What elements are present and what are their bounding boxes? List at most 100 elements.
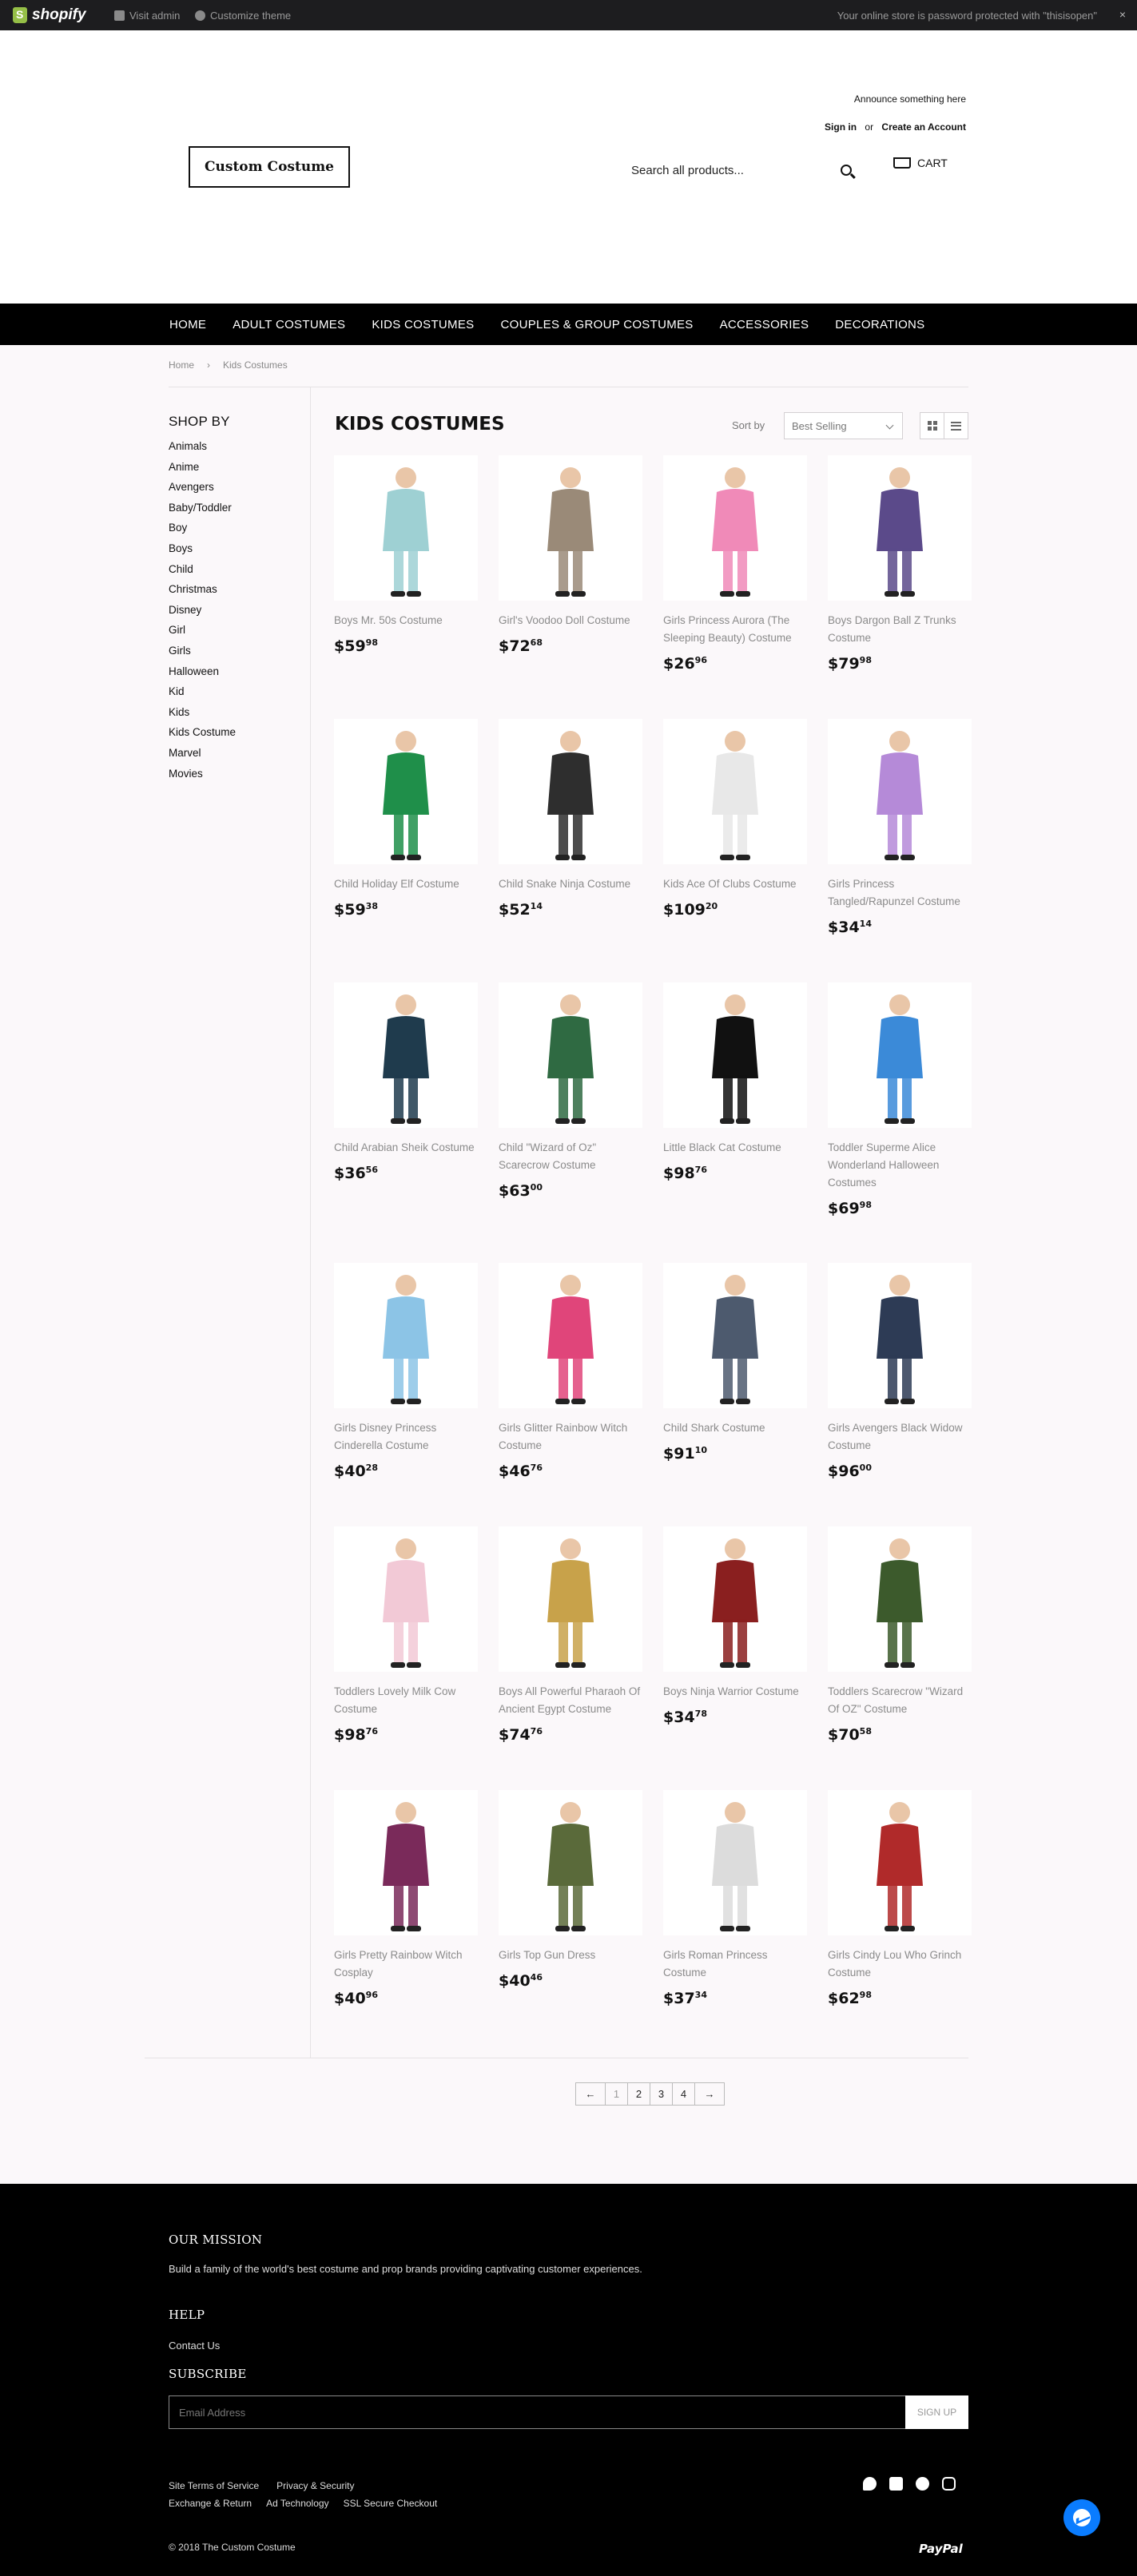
contact-link[interactable]: Contact Us [169, 2340, 220, 2352]
product-image[interactable] [499, 1263, 642, 1408]
nav-accessories[interactable]: ACCESSORIES [720, 318, 809, 331]
product-card[interactable]: Child "Wizard of Oz" Scarecrow Costume $6… [499, 982, 642, 1200]
tag-filter-item[interactable]: Kids [169, 705, 236, 726]
sort-select[interactable]: Best Selling [784, 412, 903, 439]
product-card[interactable]: Girls Glitter Rainbow Witch Costume $4676 [499, 1263, 642, 1480]
product-title[interactable]: Boys All Powerful Pharaoh Of Ancient Egy… [499, 1683, 642, 1718]
product-title[interactable]: Toddlers Scarecrow "Wizard Of OZ" Costum… [828, 1683, 972, 1718]
product-card[interactable]: Child Shark Costume $9110 [663, 1263, 807, 1463]
nav-kids-costumes[interactable]: KIDS COSTUMES [372, 318, 474, 331]
product-title[interactable]: Child Snake Ninja Costume [499, 875, 642, 893]
nav-adult-costumes[interactable]: ADULT COSTUMES [233, 318, 345, 331]
tag-filter-item[interactable]: Anime [169, 460, 236, 481]
pinterest-icon[interactable] [916, 2477, 929, 2491]
list-view-button[interactable] [944, 413, 968, 439]
site-logo[interactable]: Custom Costume [189, 146, 350, 188]
product-title[interactable]: Girls Avengers Black Widow Costume [828, 1419, 972, 1455]
nav-decorations[interactable]: DECORATIONS [835, 318, 924, 331]
product-image[interactable] [499, 1790, 642, 1935]
product-image[interactable] [663, 982, 807, 1128]
page-number[interactable]: 4 [672, 2082, 695, 2106]
privacy-link[interactable]: Privacy & Security [276, 2480, 354, 2491]
product-image[interactable] [828, 1263, 972, 1408]
product-title[interactable]: Little Black Cat Costume [663, 1139, 807, 1157]
signup-button[interactable]: SIGN UP [905, 2395, 968, 2429]
product-title[interactable]: Child Holiday Elf Costume [334, 875, 478, 893]
ssl-link[interactable]: SSL Secure Checkout [344, 2498, 438, 2509]
product-image[interactable] [499, 719, 642, 864]
close-icon[interactable]: × [1119, 8, 1126, 21]
sign-in-link[interactable]: Sign in [825, 121, 857, 133]
prev-page-button[interactable]: ← [575, 2082, 606, 2106]
product-image[interactable] [334, 455, 478, 601]
product-card[interactable]: Little Black Cat Costume $9876 [663, 982, 807, 1182]
product-card[interactable]: Girls Cindy Lou Who Grinch Costume $6298 [828, 1790, 972, 2007]
product-card[interactable]: Toddler Superme Alice Wonderland Hallowe… [828, 982, 972, 1217]
tag-filter-item[interactable]: Baby/Toddler [169, 501, 236, 522]
facebook-icon[interactable] [889, 2477, 903, 2491]
product-title[interactable]: Boys Ninja Warrior Costume [663, 1683, 807, 1701]
cart-link[interactable]: CART [893, 157, 948, 169]
page-number[interactable]: 3 [650, 2082, 673, 2106]
messenger-chat-button[interactable] [1063, 2499, 1100, 2536]
product-title[interactable]: Girls Roman Princess Costume [663, 1947, 807, 1982]
product-card[interactable]: Girl's Voodoo Doll Costume $7268 [499, 455, 642, 655]
grid-view-button[interactable] [920, 413, 944, 439]
product-card[interactable]: Girls Pretty Rainbow Witch Cosplay $4096 [334, 1790, 478, 2007]
product-card[interactable]: Girls Princess Tangled/Rapunzel Costume $… [828, 719, 972, 936]
ad-technology-link[interactable]: Ad Technology [266, 2498, 329, 2509]
product-image[interactable] [334, 1790, 478, 1935]
tag-filter-item[interactable]: Girls [169, 644, 236, 665]
product-card[interactable]: Kids Ace Of Clubs Costume $10920 [663, 719, 807, 919]
tag-filter-item[interactable]: Girl [169, 623, 236, 644]
create-account-link[interactable]: Create an Account [881, 121, 966, 133]
product-card[interactable]: Girls Princess Aurora (The Sleeping Beau… [663, 455, 807, 673]
product-title[interactable]: Toddlers Lovely Milk Cow Costume [334, 1683, 478, 1718]
tag-filter-item[interactable]: Avengers [169, 480, 236, 501]
product-image[interactable] [828, 982, 972, 1128]
tag-filter-item[interactable]: Kids Costume [169, 725, 236, 746]
product-title[interactable]: Toddler Superme Alice Wonderland Hallowe… [828, 1139, 972, 1192]
product-card[interactable]: Toddlers Scarecrow "Wizard Of OZ" Costum… [828, 1526, 972, 1744]
visit-admin-link[interactable]: Visit admin [114, 10, 180, 22]
product-image[interactable] [499, 1526, 642, 1672]
search-form[interactable]: Search all products... [631, 158, 855, 182]
shopify-logo[interactable]: shopify [13, 6, 86, 24]
product-image[interactable] [663, 1526, 807, 1672]
product-card[interactable]: Boys Mr. 50s Costume $5998 [334, 455, 478, 655]
product-title[interactable]: Girls Top Gun Dress [499, 1947, 642, 1964]
product-image[interactable] [663, 1263, 807, 1408]
tag-filter-item[interactable]: Christmas [169, 582, 236, 603]
product-card[interactable]: Girls Avengers Black Widow Costume $9600 [828, 1263, 972, 1480]
product-image[interactable] [828, 1526, 972, 1672]
product-image[interactable] [828, 455, 972, 601]
nav-couples-group-costumes[interactable]: COUPLES & GROUP COSTUMES [500, 318, 693, 331]
product-card[interactable]: Toddlers Lovely Milk Cow Costume $9876 [334, 1526, 478, 1744]
nav-home[interactable]: HOME [169, 318, 206, 331]
tag-filter-item[interactable]: Movies [169, 767, 236, 788]
email-input[interactable]: Email Address [169, 2395, 906, 2429]
product-image[interactable] [334, 1526, 478, 1672]
product-card[interactable]: Girls Disney Princess Cinderella Costume… [334, 1263, 478, 1480]
tag-filter-item[interactable]: Disney [169, 603, 236, 624]
product-title[interactable]: Boys Mr. 50s Costume [334, 612, 478, 629]
tag-filter-item[interactable]: Kid [169, 685, 236, 705]
product-card[interactable]: Boys All Powerful Pharaoh Of Ancient Egy… [499, 1526, 642, 1744]
instagram-icon[interactable] [942, 2477, 956, 2491]
product-title[interactable]: Child Shark Costume [663, 1419, 807, 1437]
product-image[interactable] [499, 455, 642, 601]
product-image[interactable] [334, 982, 478, 1128]
product-card[interactable]: Boys Dargon Ball Z Trunks Costume $7998 [828, 455, 972, 673]
product-image[interactable] [334, 1263, 478, 1408]
product-title[interactable]: Kids Ace Of Clubs Costume [663, 875, 807, 893]
breadcrumb-home[interactable]: Home [169, 359, 194, 371]
page-number[interactable]: 2 [627, 2082, 650, 2106]
tag-filter-item[interactable]: Animals [169, 439, 236, 460]
product-title[interactable]: Child Arabian Sheik Costume [334, 1139, 478, 1157]
tag-filter-item[interactable]: Boy [169, 521, 236, 542]
product-image[interactable] [663, 719, 807, 864]
product-card[interactable]: Child Arabian Sheik Costume $3656 [334, 982, 478, 1182]
product-title[interactable]: Girls Princess Aurora (The Sleeping Beau… [663, 612, 807, 647]
product-title[interactable]: Child "Wizard of Oz" Scarecrow Costume [499, 1139, 642, 1174]
product-card[interactable]: Child Snake Ninja Costume $5214 [499, 719, 642, 919]
